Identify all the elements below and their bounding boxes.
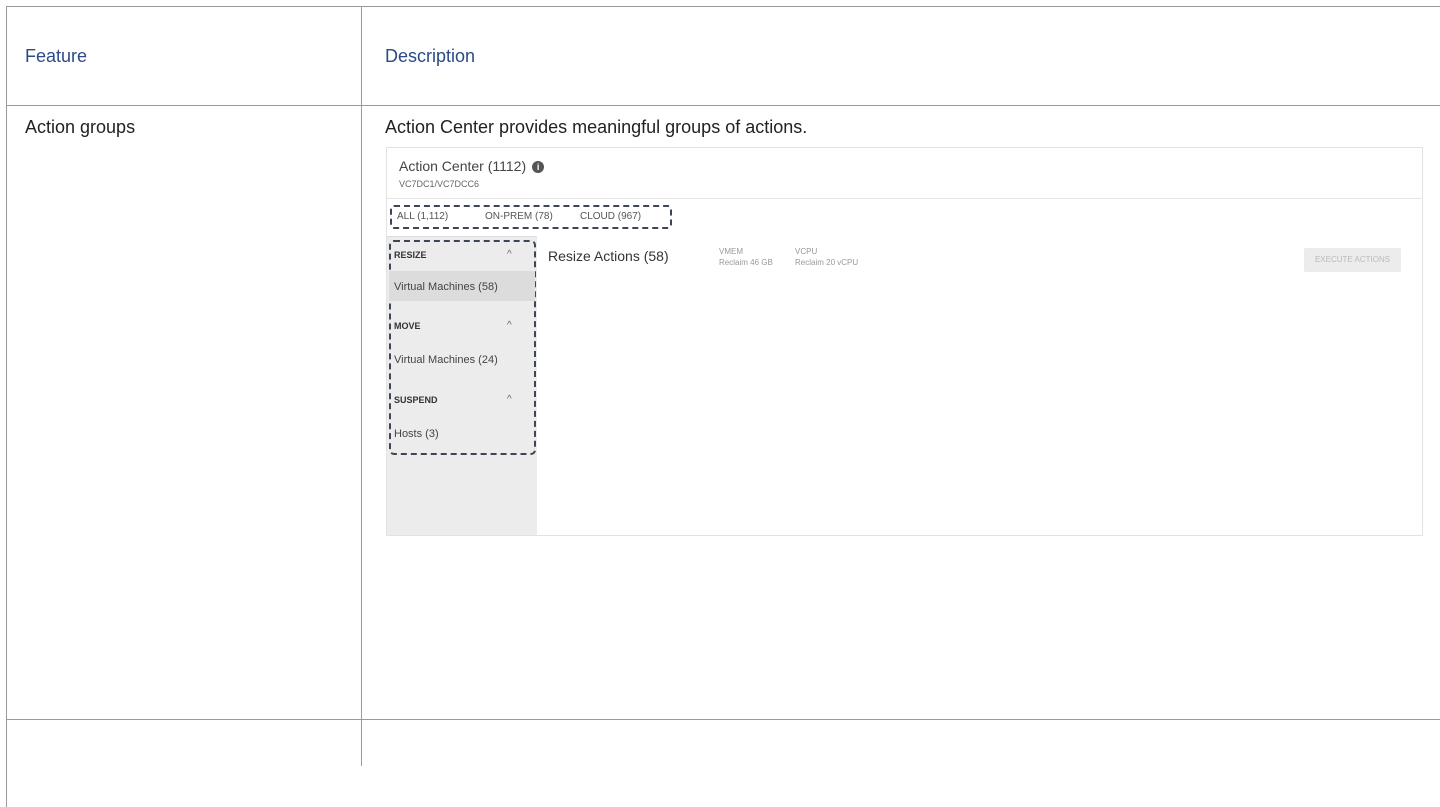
sidebar-heading-move[interactable]: MOVE (394, 321, 421, 331)
tab-on-prem[interactable]: ON-PREM (78) (485, 211, 553, 222)
action-center-subtitle: VC7DC1/VC7DCC6 (399, 179, 480, 189)
sidebar-heading-suspend[interactable]: SUSPEND (394, 395, 438, 405)
execute-actions-button[interactable]: EXECUTE ACTIONS (1304, 248, 1401, 272)
panel-title: Resize Actions (58) (548, 248, 669, 264)
action-groups-intro: Action Center provides meaningful groups… (385, 117, 808, 137)
header-row-divider (6, 105, 1440, 106)
sidebar-item-resize-vms[interactable]: Virtual Machines (58) (389, 271, 535, 301)
tab-cloud[interactable]: CLOUD (967) (580, 211, 641, 222)
action-type-sidebar: RESIZE ^ Virtual Machines (58) MOVE ^ Vi… (387, 236, 537, 535)
chevron-up-icon[interactable]: ^ (507, 320, 512, 331)
resize-actions-panel: Resize Actions (58) VMEM Reclaim 46 GB VC… (537, 236, 1422, 535)
tab-all[interactable]: ALL (1,112) (397, 211, 448, 222)
environment-tabs: ALL (1,112) ON-PREM (78) CLOUD (967) (387, 198, 1422, 236)
action-center-screenshot: Action Center (1112) i VC7DC1/VC7DCC6 ALL… (386, 147, 1423, 536)
feature-action-groups: Action groups (25, 117, 136, 137)
chevron-up-icon[interactable]: ^ (507, 249, 512, 260)
info-icon[interactable]: i (532, 161, 545, 173)
sidebar-item-move-vms[interactable]: Virtual Machines (24) (389, 344, 535, 374)
sidebar-heading-resize[interactable]: RESIZE (394, 250, 427, 260)
stat-vcpu: VCPU Reclaim 20 vCPU (795, 247, 859, 267)
feature-column-header: Feature (25, 46, 88, 66)
sidebar-item-suspend-hosts[interactable]: Hosts (3) (389, 418, 535, 448)
action-center-title: Action Center (1112) i (399, 158, 545, 174)
row-divider (6, 719, 1440, 720)
column-divider (361, 6, 362, 766)
description-column-header: Description (385, 46, 476, 66)
stat-vmem: VMEM Reclaim 46 GB (719, 247, 773, 267)
chevron-up-icon[interactable]: ^ (507, 394, 512, 405)
